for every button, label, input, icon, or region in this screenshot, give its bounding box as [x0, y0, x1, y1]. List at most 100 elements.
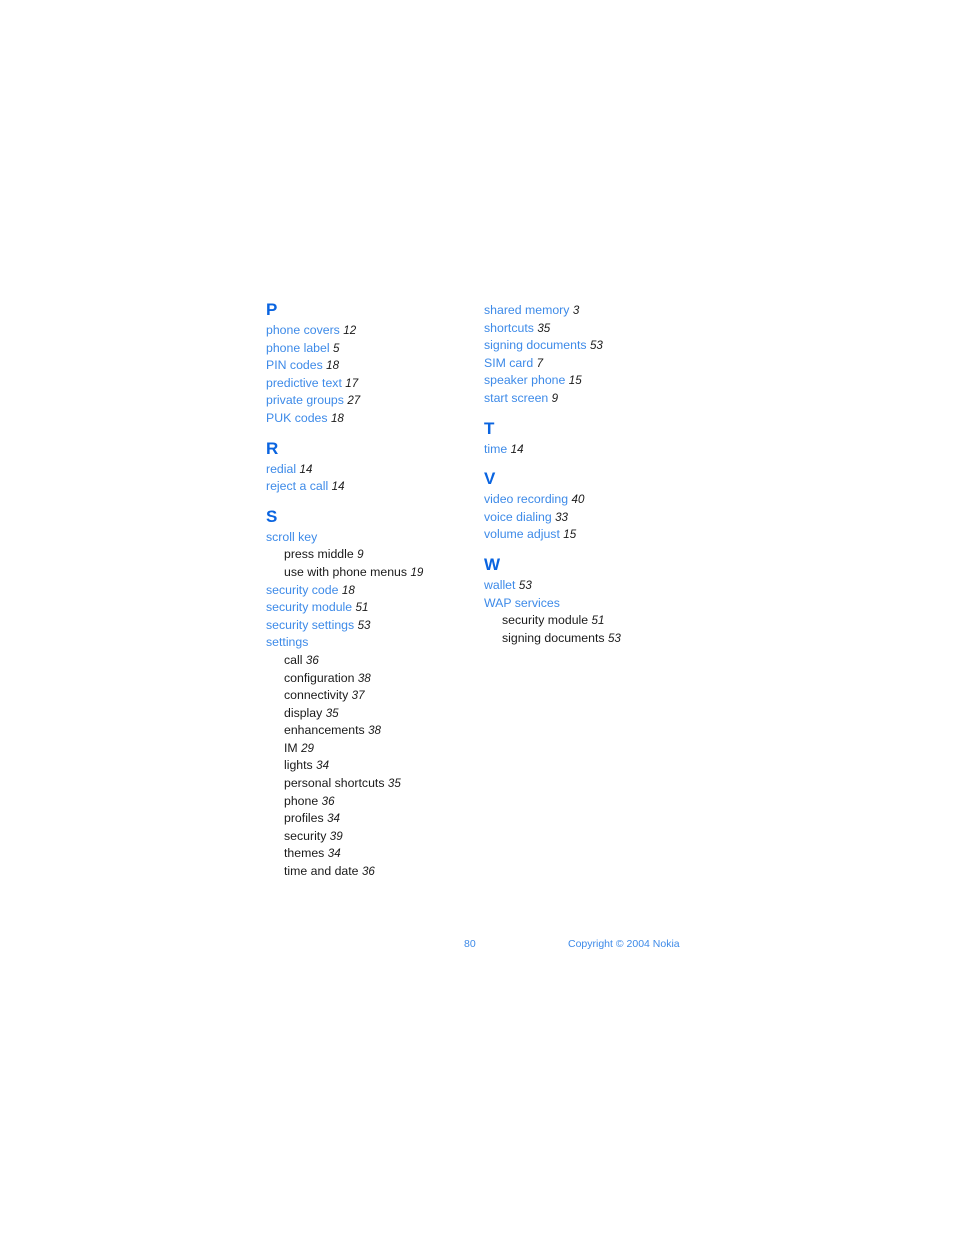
index-column-left: Pphone covers 12 phone label 5 PIN codes 1… [266, 300, 466, 881]
index-entry[interactable]: signing documents 53 [484, 337, 684, 355]
index-subentry-label: signing documents [502, 630, 605, 645]
index-subentry-label: use with phone menus [284, 564, 408, 579]
index-subentry[interactable]: press middle 9 [284, 546, 466, 564]
index-subentry-page-number: 39 [329, 829, 343, 843]
index-entry-page-number: 14 [510, 442, 524, 456]
index-entry-list: redial 14 reject a call 14 [266, 461, 466, 496]
index-subentry-page-number: 34 [327, 847, 341, 861]
index-subentry[interactable]: lights 34 [284, 757, 466, 775]
index-entry-label: reject a call [266, 479, 329, 494]
index-subentry[interactable]: security 39 [284, 828, 466, 846]
index-subentry[interactable]: profiles 34 [284, 810, 466, 828]
index-entry[interactable]: phone covers 12 [266, 322, 466, 340]
index-entry[interactable]: security code 18 [266, 582, 466, 600]
index-entry-page-number: 9 [551, 391, 559, 405]
footer-page-number: 80 [464, 938, 476, 950]
index-entry[interactable]: speaker phone 15 [484, 372, 684, 390]
section-heading-v: V [484, 469, 496, 489]
index-subentry[interactable]: display 35 [284, 705, 466, 723]
index-subentry[interactable]: configuration 38 [284, 670, 466, 688]
index-entry[interactable]: shortcuts 35 [484, 320, 684, 338]
index-subentry[interactable]: enhancements 38 [284, 722, 466, 740]
index-subentry[interactable]: themes 34 [284, 845, 466, 863]
index-entry-label: time [484, 441, 508, 456]
index-subentry-label: phone [284, 793, 319, 808]
index-subentry-page-number: 38 [357, 671, 371, 685]
index-entry-list: phone covers 12 phone label 5 PIN codes 18… [266, 322, 466, 428]
index-entry-page-number: 5 [333, 341, 340, 355]
index-entry[interactable]: time 14 [484, 441, 684, 459]
index-entry[interactable]: private groups 27 [266, 392, 466, 410]
index-section: Ttime 14 [484, 419, 684, 459]
index-entry[interactable]: PUK codes 18 [266, 410, 466, 428]
index-subentry-label: display [284, 705, 323, 720]
section-heading-w: W [484, 554, 501, 574]
index-section: shared memory 3 shortcuts 35 signing docum… [484, 302, 684, 408]
index-subentry-page-number: 9 [357, 548, 364, 562]
index-entry[interactable]: shared memory 3 [484, 302, 684, 320]
index-subentry-list: call 36 configuration 38 connectivity 37 di… [266, 652, 466, 881]
index-entry[interactable]: security module 51 [266, 599, 466, 617]
index-section: Sscroll key press middle 9 use with phone … [266, 507, 466, 881]
index-entry-label: start screen [484, 390, 549, 405]
index-subentry-group: call 36 configuration 38 connectivity 37 di… [266, 652, 466, 881]
index-subentry-group: security module 51 signing documents 53 [484, 612, 684, 647]
index-entry[interactable]: predictive text 17 [266, 375, 466, 393]
index-subentry-page-number: 29 [301, 741, 314, 755]
index-subentry[interactable]: time and date 36 [284, 863, 466, 881]
index-subentry[interactable]: use with phone menus 19 [284, 564, 466, 582]
section-heading-s: S [266, 506, 278, 526]
index-subentry[interactable]: personal shortcuts 35 [284, 775, 466, 793]
index-entry-page-number: 17 [345, 376, 359, 390]
index-entry[interactable]: redial 14 [266, 461, 466, 479]
index-subentry-page-number: 36 [321, 794, 335, 808]
index-subentry[interactable]: call 36 [284, 652, 466, 670]
index-subentry-label: lights [284, 758, 313, 773]
index-entry[interactable]: settings [266, 634, 466, 652]
index-subentry-label: configuration [284, 670, 355, 685]
index-subentry-group: press middle 9 use with phone menus 19 [266, 546, 466, 581]
index-entry-label: security code [266, 582, 339, 597]
index-subentry-label: IM [284, 740, 298, 755]
index-entry-label: signing documents [484, 338, 587, 353]
index-entry-label: WAP services [484, 595, 560, 610]
index-subentry-label: themes [284, 846, 325, 861]
index-subentry[interactable]: signing documents 53 [502, 630, 684, 648]
index-entry-page-number: 7 [536, 356, 544, 370]
index-section: Wwallet 53 WAP services security module 51… [484, 555, 684, 647]
index-entry-label: PIN codes [266, 358, 323, 373]
index-entry[interactable]: SIM card 7 [484, 355, 684, 373]
index-entry[interactable]: scroll key [266, 529, 466, 547]
index-entry[interactable]: security settings 53 [266, 617, 466, 635]
index-subentry[interactable]: connectivity 37 [284, 687, 466, 705]
index-entry-label: volume adjust [484, 527, 560, 542]
index-entry[interactable]: volume adjust 15 [484, 526, 684, 544]
index-entry-label: security settings [266, 617, 355, 632]
index-subentry-label: security module [502, 613, 589, 628]
index-entry[interactable]: wallet 53 [484, 577, 684, 595]
index-subentry-list: press middle 9 use with phone menus 19 [266, 546, 466, 581]
index-entry[interactable]: reject a call 14 [266, 478, 466, 496]
index-subentry[interactable]: IM 29 [284, 740, 466, 758]
index-entry-label: voice dialing [484, 509, 552, 524]
index-entry-page-number: 40 [571, 493, 585, 507]
footer-copyright: Copyright © 2004 Nokia [568, 938, 680, 950]
index-subentry[interactable]: phone 36 [284, 793, 466, 811]
index-entry[interactable]: PIN codes 18 [266, 357, 466, 375]
index-entry-label: redial [266, 461, 297, 476]
index-entry[interactable]: start screen 9 [484, 390, 684, 408]
index-entry[interactable]: voice dialing 33 [484, 509, 684, 527]
index-subentry[interactable]: security module 51 [502, 612, 684, 630]
index-subentry-page-number: 38 [368, 724, 381, 738]
index-subentry-page-number: 36 [361, 865, 375, 879]
index-subentry-page-number: 19 [410, 565, 424, 579]
index-subentry-label: profiles [284, 811, 324, 826]
index-entry[interactable]: WAP services [484, 595, 684, 613]
index-entry-page-number: 53 [518, 578, 532, 592]
index-entry[interactable]: phone label 5 [266, 340, 466, 358]
index-entry-page-number: 12 [343, 324, 357, 337]
index-entry-label: speaker phone [484, 373, 566, 388]
index-entry-page-number: 15 [563, 528, 577, 542]
index-subentry-page-number: 35 [325, 706, 339, 720]
index-entry[interactable]: video recording 40 [484, 491, 684, 509]
